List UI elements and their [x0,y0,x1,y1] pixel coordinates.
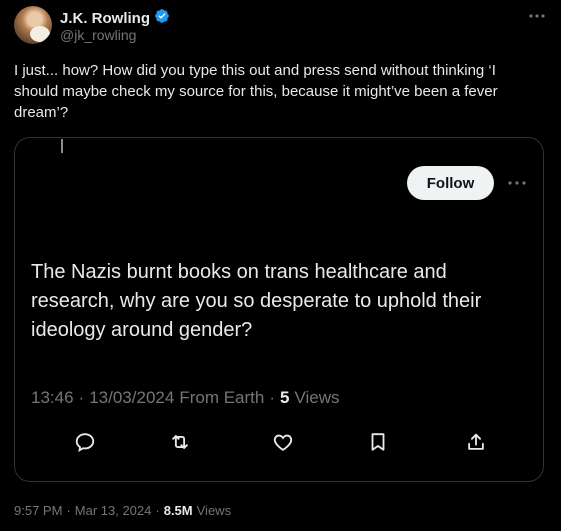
tweet-date[interactable]: Mar 13, 2024 [75,503,152,518]
retweet-icon[interactable] [166,428,194,456]
quoted-location: From Earth [179,388,265,407]
author-handle[interactable]: @jk_rowling [60,27,136,43]
tweet-footer: 9:57 PM · Mar 13, 2024 · 8.5M Views [14,503,231,518]
author-display-name[interactable]: J.K. Rowling [60,10,150,27]
quoted-views-count: 5 [280,388,290,407]
quoted-tweet-card[interactable]: Follow The Nazis burnt books on trans he… [14,137,544,482]
follow-button[interactable]: Follow [407,166,494,200]
quoted-views-label: Views [294,388,340,407]
quoted-tweet-text: The Nazis burnt books on trans healthcar… [31,261,482,341]
bookmark-icon[interactable] [364,428,392,456]
meta-separator: · [269,388,276,407]
like-icon[interactable] [269,428,297,456]
reply-icon[interactable] [71,428,99,456]
share-icon[interactable] [462,428,490,456]
quoted-date[interactable]: 13/03/2024 [89,388,174,408]
tweet-views-label: Views [196,503,232,518]
author-name-row: J.K. Rowling [60,8,170,29]
action-bar [15,428,543,458]
text-cursor-mark [61,139,63,153]
footer-separator: · [155,503,160,518]
avatar-dog-shape [30,26,50,42]
quoted-tweet-meta: 13:46 · 13/03/2024 From Earth · 5 Views [31,388,340,408]
tweet-views-count: 8.5M [163,503,193,518]
quoted-time[interactable]: 13:46 [31,388,74,408]
verified-badge-icon [154,8,170,29]
avatar[interactable] [14,6,52,44]
tweet-text: I just... how? How did you type this out… [14,62,498,121]
card-more-options-icon[interactable] [506,176,528,190]
footer-separator: · [66,503,71,518]
tweet-time[interactable]: 9:57 PM [14,503,62,518]
meta-separator: · [78,388,85,407]
more-options-icon[interactable] [527,8,547,24]
